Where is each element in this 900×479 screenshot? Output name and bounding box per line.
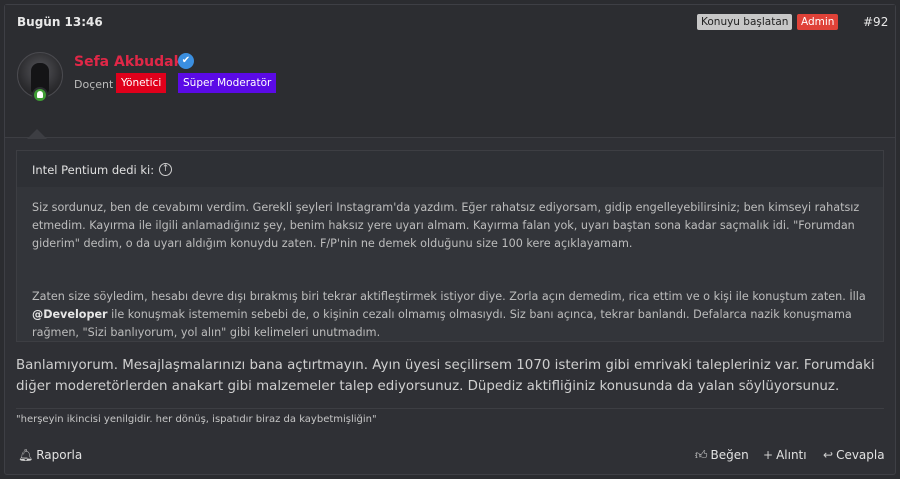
quote-paragraph-2: Zaten size söyledim, hesabı devre dışı b… [32,288,872,342]
bell-icon: 🔔︎ [18,448,34,462]
post-container: Bugün 13:46 Konuyu başlatan Admin #92 Se… [4,4,896,475]
quote-block: Intel Pentium dedi ki: ↑ Siz sordunuz, b… [16,150,884,342]
role-badge-super-moderator: Süper Moderatör [178,73,277,93]
thumbs-up-icon: 👍︎ [695,448,708,462]
quote-label: Alıntı [776,448,807,462]
quote-header: Intel Pentium dedi ki: ↑ [17,151,883,187]
like-button[interactable]: 👍︎ Beğen [695,448,749,463]
post-footer: 🔔︎ Raporla 👍︎ Beğen + Alıntı ↩ Cevapla [5,435,895,475]
signature-divider [16,408,884,409]
reply-label: Cevapla [836,448,885,462]
header-notch [27,129,47,139]
online-status-icon [32,87,48,103]
arrow-up-circle-icon[interactable]: ↑ [159,163,172,176]
like-label: Beğen [710,448,749,462]
quote-text-before-mention: Zaten size söyledim, hesabı devre dışı b… [32,290,866,303]
post-header: Bugün 13:46 Konuyu başlatan Admin #92 Se… [5,5,895,139]
username-link[interactable]: Sefa Akbudak [74,54,183,70]
thread-starter-badge: Konuyu başlatan [697,14,793,30]
plus-icon: + [763,448,774,462]
signature: "herşeyin ikincisi yenilgidir. her dönüş… [16,414,377,425]
reply-arrow-icon: ↩ [823,448,834,462]
post-date[interactable]: Bugün 13:46 [17,15,103,29]
user-mention-link[interactable]: @Developer [32,308,108,321]
quote-button[interactable]: + Alıntı [763,448,807,462]
verified-check-icon: ✔ [178,53,194,69]
quote-paragraph-1: Siz sordunuz, ben de cevabımı verdim. Ge… [32,201,860,250]
post-message: Banlamıyorum. Mesajlaşmalarınızı bana aç… [16,358,875,394]
quote-author[interactable]: Intel Pentium dedi ki: [32,163,154,177]
report-label: Raporla [36,448,83,462]
reply-button[interactable]: ↩ Cevapla [823,448,885,462]
post-number-link[interactable]: #92 [863,15,888,29]
report-button[interactable]: 🔔︎ Raporla [18,448,82,462]
role-badge-yonetici: Yönetici [116,73,167,93]
quote-body: Siz sordunuz, ben de cevabımı verdim. Ge… [32,199,872,342]
user-title: Doçent [74,78,114,91]
admin-badge: Admin [797,14,839,30]
quote-text-after-mention: ile konuşmak istememin sebebi de, o kişi… [32,308,852,339]
